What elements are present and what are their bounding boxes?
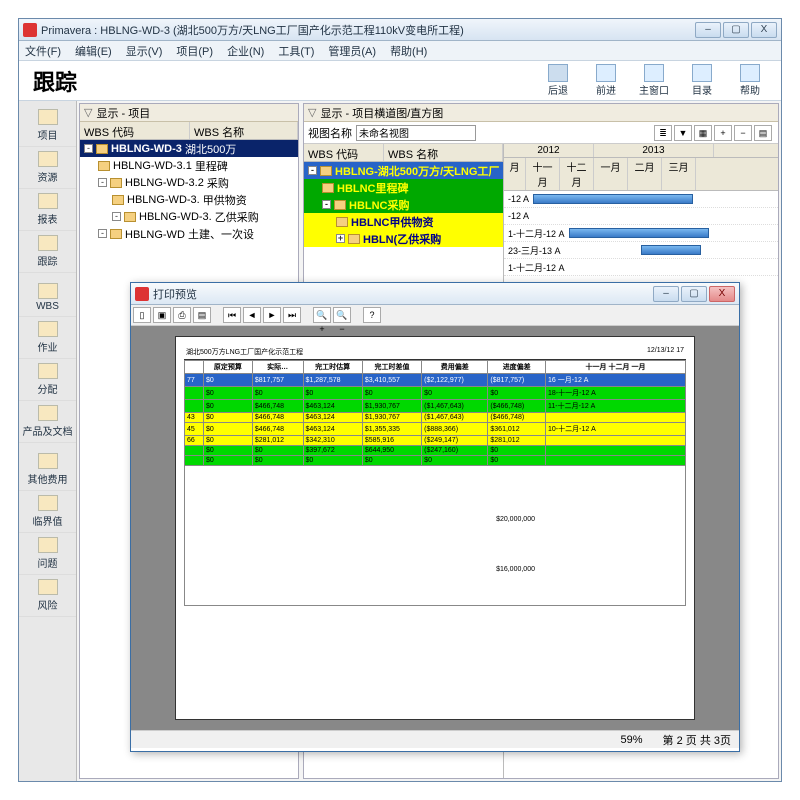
menu-help[interactable]: 帮助(H) [390,43,427,59]
page-title: 跟踪 [19,65,537,97]
preview-table: 原定预算实际…完工时估算完工时差值费用偏差进度偏差十一月 十二月 一月 77$0… [184,360,686,466]
help-button[interactable]: 帮助 [729,64,771,97]
prev-page-icon[interactable]: ◄ [243,307,261,323]
app-title: Primavera : HBLNG-WD-3 (湖北500万方/天LNG工厂国产… [41,22,695,38]
preview-maximize-button[interactable]: ▢ [681,286,707,302]
vbtn-wbs[interactable]: WBS [19,279,76,317]
minimize-button[interactable]: – [695,22,721,38]
menu-admin[interactable]: 管理员(A) [328,43,376,59]
preview-statusbar: 59% 第 2 页 共 3页 [131,730,739,748]
back-button[interactable]: 后退 [537,64,579,97]
close-button[interactable]: X [751,22,777,38]
view-label: 视图名称 [308,125,352,141]
page-indicator: 第 2 页 共 3页 [663,732,731,748]
zoom-level: 59% [621,734,643,746]
open-icon[interactable]: ▯ [133,307,151,323]
save-icon[interactable]: ▣ [153,307,171,323]
wbs-tree[interactable]: -HBLNG-WD-3 湖北500万 HBLNG-WD-3.1 里程碑 -HBL… [80,140,298,242]
vbtn-resources[interactable]: 资源 [19,147,76,189]
table-icon[interactable]: ▦ [694,125,712,141]
preview-page: 湖北500万方LNG工厂国产化示范工程12/13/12 17 原定预算实际…完工… [175,336,695,720]
view-name-input[interactable] [356,125,476,141]
filter-icon[interactable]: ≣ [654,125,672,141]
zoomout-icon[interactable]: 🔍− [333,307,351,323]
vbtn-issues[interactable]: 问题 [19,533,76,575]
main-titlebar[interactable]: Primavera : HBLNG-WD-3 (湖北500万方/天LNG工厂国产… [19,19,781,41]
menu-file[interactable]: 文件(F) [25,43,61,59]
next-page-icon[interactable]: ► [263,307,281,323]
funnel-icon[interactable]: ▼ [674,125,692,141]
menubar: 文件(F) 编辑(E) 显示(V) 项目(P) 企业(N) 工具(T) 管理员(… [19,41,781,61]
menu-project[interactable]: 项目(P) [176,43,213,59]
vbtn-thresholds[interactable]: 临界值 [19,491,76,533]
preview-toolbar: ▯ ▣ ⎙ ▤ ⏮ ◄ ► ⏭ 🔍+ 🔍− ? [131,305,739,326]
vbtn-assignments[interactable]: 分配 [19,359,76,401]
vbtn-wp[interactable]: 产品及文档 [19,401,76,443]
preview-app-icon [135,287,149,301]
home-button[interactable]: 主窗口 [633,64,675,97]
print-preview-window[interactable]: 打印预览 – ▢ X ▯ ▣ ⎙ ▤ ⏮ ◄ ► ⏭ 🔍+ 🔍− ? 湖北500… [130,282,740,752]
forward-button[interactable]: 前进 [585,64,627,97]
vbtn-tracking[interactable]: 跟踪 [19,231,76,273]
app-icon [23,23,37,37]
setup-icon[interactable]: ▤ [193,307,211,323]
right-pane-title: 显示 - 项目横道图/直方图 [320,105,443,121]
vbtn-expenses[interactable]: 其他费用 [19,449,76,491]
menu-view[interactable]: 显示(V) [126,43,163,59]
chart-icon[interactable]: ▤ [754,125,772,141]
last-page-icon[interactable]: ⏭ [283,307,301,323]
vbtn-reports[interactable]: 报表 [19,189,76,231]
vbtn-activities[interactable]: 作业 [19,317,76,359]
preview-title: 打印预览 [153,286,653,302]
toc-button[interactable]: 目录 [681,64,723,97]
vbtn-risks[interactable]: 风险 [19,575,76,617]
first-page-icon[interactable]: ⏮ [223,307,241,323]
zoomin-icon[interactable]: 🔍+ [313,307,331,323]
preview-canvas[interactable]: 湖北500万方LNG工厂国产化示范工程12/13/12 17 原定预算实际…完工… [131,326,739,730]
menu-enterprise[interactable]: 企业(N) [227,43,264,59]
help-icon[interactable]: ? [363,307,381,323]
vbtn-project[interactable]: 项目 [19,105,76,147]
menu-tools[interactable]: 工具(T) [278,43,314,59]
zoom-in-icon[interactable]: + [714,125,732,141]
preview-close-button[interactable]: X [709,286,735,302]
preview-minimize-button[interactable]: – [653,286,679,302]
menu-edit[interactable]: 编辑(E) [75,43,112,59]
print-icon[interactable]: ⎙ [173,307,191,323]
zoom-out-icon[interactable]: − [734,125,752,141]
page-header: 跟踪 后退 前进 主窗口 目录 帮助 [19,61,781,101]
vertical-toolbar: 项目 资源 报表 跟踪 WBS 作业 分配 产品及文档 其他费用 临界值 问题 … [19,101,77,781]
maximize-button[interactable]: ▢ [723,22,749,38]
left-pane-title: 显示 - 项目 [96,105,150,121]
